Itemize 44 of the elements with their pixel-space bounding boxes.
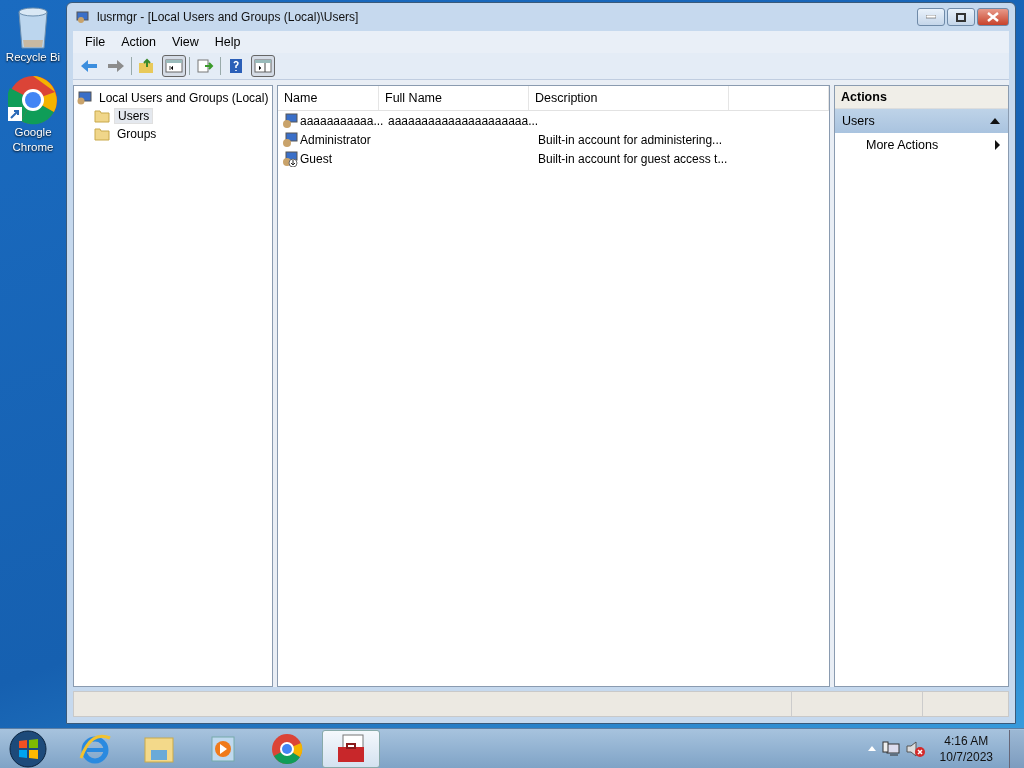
chrome-icon[interactable]	[8, 75, 58, 125]
menu-item[interactable]: File	[77, 35, 114, 49]
folder-icon	[94, 127, 110, 141]
table-cell: Built-in account for guest access t...	[538, 151, 728, 166]
actions-header: Actions	[835, 86, 1008, 109]
tree-item[interactable]: Groups	[114, 127, 160, 141]
close-button[interactable]	[977, 8, 1009, 26]
table-cell: Administrator	[300, 132, 371, 147]
menu-item[interactable]: Help	[206, 35, 249, 49]
table-cell: Built-in account for administering...	[538, 132, 723, 147]
menu-item[interactable]: View	[163, 35, 207, 49]
table-cell: aaaaaaaaaaaaaaaaaaaaa...	[388, 113, 539, 128]
column-header[interactable]: Description	[529, 86, 729, 110]
show-desktop-button[interactable]	[1009, 729, 1024, 768]
window-title: lusrmgr - [Local Users and Groups (Local)\Users]	[97, 10, 359, 24]
clock-time[interactable]: 4:16 AM	[944, 732, 989, 749]
clock-date[interactable]: 10/7/2023	[939, 748, 993, 765]
toolbox-icon[interactable]	[322, 729, 380, 768]
start-button[interactable]	[8, 728, 48, 768]
close-icon	[987, 12, 999, 22]
action-pane-icon[interactable]	[251, 55, 275, 77]
users-app-icon	[75, 9, 91, 25]
console-tree-icon[interactable]	[162, 55, 186, 77]
desktop-icon-label[interactable]: Recycle Bi	[2, 50, 64, 65]
maximize-button[interactable]	[947, 8, 975, 26]
show-hidden-icons-icon[interactable]	[867, 746, 876, 751]
folder-icon	[94, 109, 110, 123]
collapse-icon[interactable]	[990, 118, 1000, 124]
minimize-icon	[926, 15, 936, 19]
tree-item[interactable]: Local Users and Groups (Local)	[96, 91, 272, 105]
network-icon[interactable]	[881, 740, 900, 757]
maximize-icon	[956, 12, 966, 22]
table-cell: aaaaaaaaaaa...	[300, 113, 384, 128]
action-link[interactable]: More Actions	[866, 138, 939, 152]
desktop-icon-label[interactable]: Google Chrome	[2, 125, 64, 155]
column-header[interactable]: Name	[278, 86, 379, 110]
table-cell: Guest	[300, 151, 332, 166]
tree-item[interactable]: Users	[114, 108, 154, 124]
muted-speaker-icon[interactable]	[905, 739, 926, 758]
section-title: Users	[842, 114, 875, 128]
users-group-icon	[76, 90, 92, 106]
column-header[interactable]: Full Name	[379, 86, 529, 110]
actions-section[interactable]: Users	[835, 109, 1008, 133]
menu-item[interactable]: Action	[113, 35, 164, 49]
